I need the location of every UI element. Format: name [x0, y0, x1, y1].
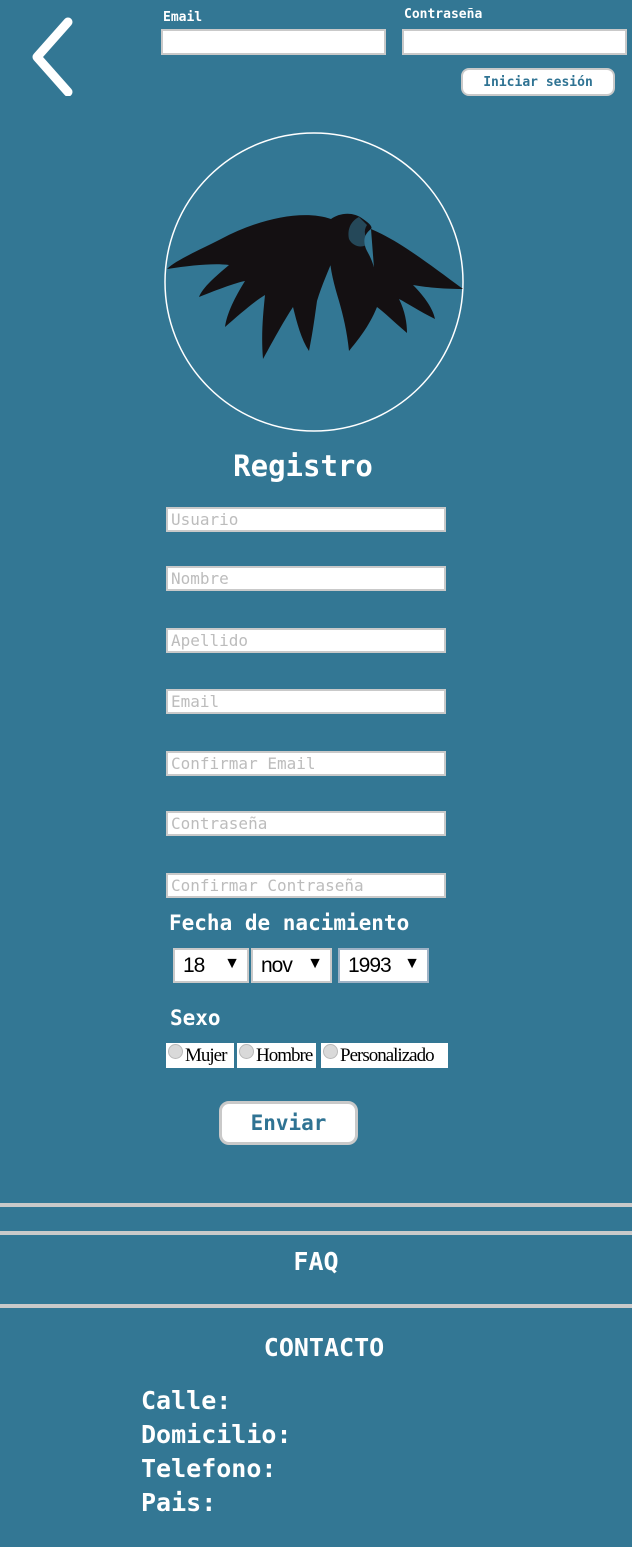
birth-date-label: Fecha de nacimiento: [169, 911, 410, 935]
contact-address: Domicilio:: [141, 1420, 292, 1449]
radio-option-personalizado[interactable]: Personalizado: [321, 1043, 448, 1068]
triangle-down-icon: ▼: [307, 955, 323, 972]
birth-month-value: nov: [261, 953, 293, 977]
contact-title: CONTACTO: [263, 1333, 385, 1362]
radio-circle-icon[interactable]: [168, 1044, 183, 1059]
radio-label-personalizado: Personalizado: [340, 1044, 435, 1066]
login-password-input[interactable]: [402, 29, 627, 55]
radio-option-mujer[interactable]: Mujer: [166, 1043, 234, 1068]
birth-year-value: 1993: [348, 953, 392, 977]
radio-circle-icon[interactable]: [239, 1044, 254, 1059]
faq-link[interactable]: FAQ: [0, 1247, 632, 1276]
radio-label-mujer: Mujer: [185, 1044, 227, 1066]
register-title: Registro: [233, 449, 373, 483]
birth-month-select[interactable]: nov ▼: [251, 948, 332, 983]
radio-label-hombre: Hombre: [256, 1044, 313, 1066]
birth-day-select[interactable]: 18 ▼: [173, 948, 249, 983]
triangle-down-icon: ▼: [404, 955, 420, 972]
contact-country: Pais:: [141, 1488, 217, 1517]
logo-circle: [163, 131, 465, 433]
confirm-email-input[interactable]: [166, 751, 446, 776]
contact-phone: Telefono:: [141, 1454, 277, 1483]
birth-year-select[interactable]: 1993 ▼: [338, 948, 429, 983]
first-name-input[interactable]: [166, 566, 446, 591]
sex-label: Sexo: [170, 1006, 221, 1030]
login-email-input[interactable]: [161, 29, 386, 55]
username-input[interactable]: [166, 507, 446, 532]
back-chevron-icon[interactable]: [28, 16, 78, 97]
confirm-password-input[interactable]: [166, 873, 446, 898]
email-input[interactable]: [166, 689, 446, 714]
login-button[interactable]: Iniciar sesión: [461, 68, 615, 96]
footer-divider: [0, 1203, 632, 1207]
login-email-label: Email: [163, 10, 203, 25]
submit-button[interactable]: Enviar: [219, 1101, 358, 1145]
triangle-down-icon: ▼: [224, 955, 240, 972]
footer-divider: [0, 1304, 632, 1308]
contact-street: Calle:: [141, 1386, 232, 1415]
password-input[interactable]: [166, 811, 446, 836]
radio-option-hombre[interactable]: Hombre: [237, 1043, 316, 1068]
login-password-label: Contraseña: [404, 7, 483, 22]
radio-circle-icon[interactable]: [323, 1044, 338, 1059]
birth-day-value: 18: [183, 953, 205, 977]
footer-divider: [0, 1231, 632, 1235]
eagle-logo-icon: [164, 132, 464, 432]
last-name-input[interactable]: [166, 628, 446, 653]
